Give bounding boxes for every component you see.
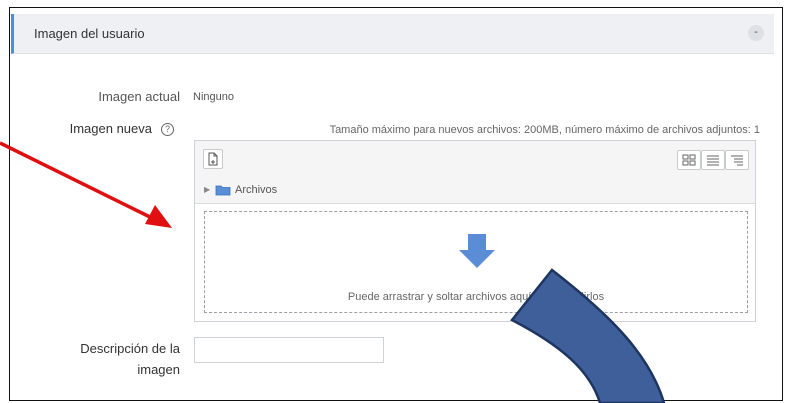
red-arrow-annotation: [0, 141, 172, 228]
blue-curved-arrow-annotation: [510, 268, 666, 403]
annotation-overlay: [0, 141, 666, 403]
